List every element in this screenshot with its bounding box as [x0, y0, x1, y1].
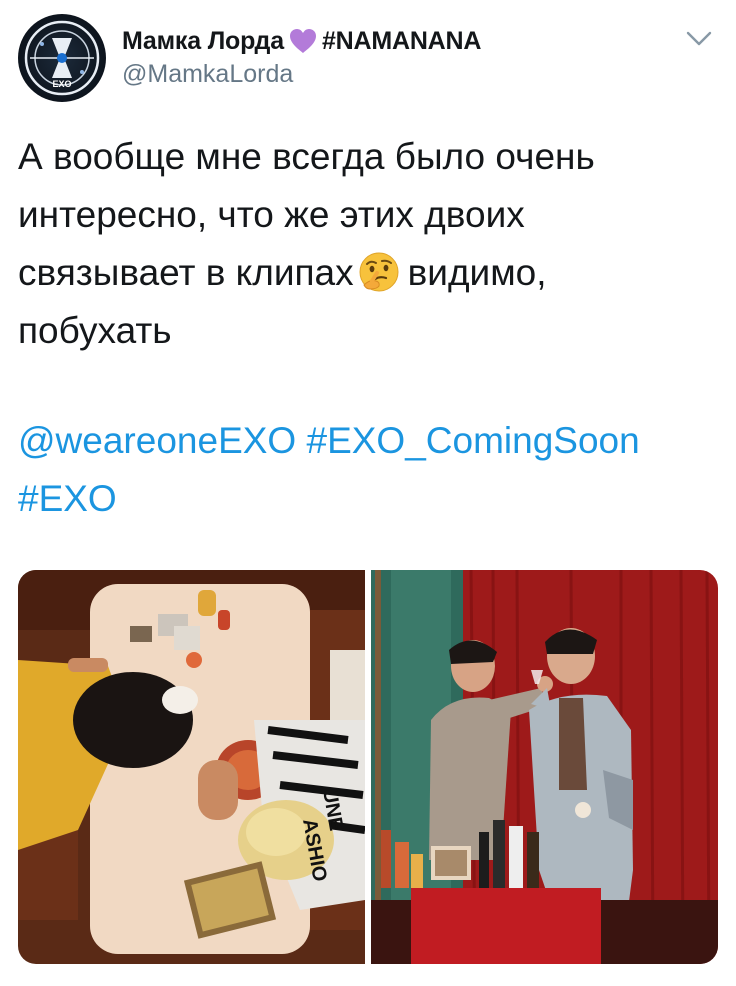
hashtag-link[interactable]: #EXO_ComingSoon: [307, 420, 640, 461]
user-avatar[interactable]: EXO: [18, 14, 106, 102]
tweet-text-line: интересно, что же этих двоих: [18, 194, 525, 235]
chevron-down-icon[interactable]: [686, 30, 712, 48]
tweet-links-line: @weareoneEXO #EXO_ComingSoon: [18, 412, 718, 470]
author-display-name[interactable]: Мамка Лорда: [122, 27, 284, 56]
exo-logo-icon: EXO: [24, 20, 100, 96]
tweet-text-line: побухать: [18, 310, 172, 351]
tweet-links: @weareoneEXO #EXO_ComingSoon #EXO: [18, 412, 718, 528]
overhead-diner-table-photo[interactable]: UNE ASHIO: [18, 570, 365, 964]
tweet-card: EXO Мамка Лорда #NAMANANA @MamkaLorda А …: [0, 0, 736, 986]
author-hashtag-name: #NAMANANA: [321, 26, 482, 55]
tweet-text-fragment: связывает в клипах: [18, 252, 354, 293]
thinking-face-icon: [358, 251, 400, 293]
purple-heart-icon: [288, 26, 318, 56]
author-handle[interactable]: @MamkaLorda: [122, 60, 293, 89]
author-name-row[interactable]: Мамка Лорда #NAMANANA: [122, 24, 481, 58]
tweet-text-fragment: видимо,: [407, 252, 547, 293]
tweet-text-line: связывает в клипах видимо,: [18, 244, 718, 302]
tweet-media: UNE ASHIO: [18, 570, 718, 964]
tweet-links-line: #EXO: [18, 470, 718, 528]
mention-link[interactable]: @weareoneEXO: [18, 420, 296, 461]
red-curtain-bar-photo[interactable]: [371, 570, 718, 964]
svg-text:EXO: EXO: [52, 79, 71, 89]
tweet-text: А вообще мне всегда было очень интересно…: [18, 128, 718, 360]
hashtag-link[interactable]: #EXO: [18, 478, 117, 519]
tweet-text-line: А вообще мне всегда было очень: [18, 136, 595, 177]
